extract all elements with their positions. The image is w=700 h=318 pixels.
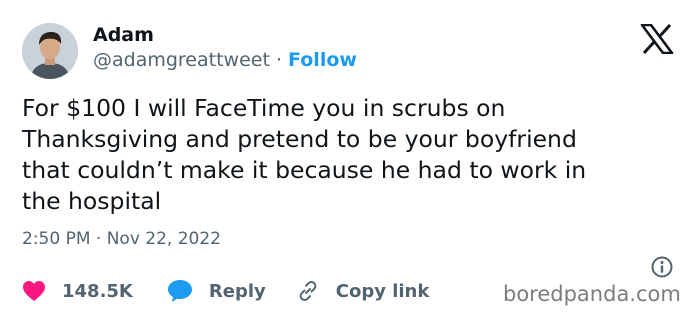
tweet-text: For $100 I will FaceTime you in scrubs o… <box>22 94 587 215</box>
author-name[interactable]: Adam <box>93 23 154 47</box>
reply-label: Reply <box>208 280 266 302</box>
avatar[interactable] <box>22 23 78 79</box>
copy-link-button[interactable]: Copy link <box>296 279 430 303</box>
author-handle-line: @adamgreattweet · Follow <box>93 48 357 72</box>
avatar-photo <box>22 23 78 79</box>
author-handle[interactable]: @adamgreattweet <box>93 49 270 71</box>
heart-icon <box>23 281 45 301</box>
link-icon <box>299 281 317 301</box>
like-count: 148.5K <box>62 280 133 302</box>
follow-button[interactable]: Follow <box>288 49 357 71</box>
copy-link-label: Copy link <box>335 280 430 302</box>
info-icon[interactable] <box>651 256 673 278</box>
separator-dot: · <box>269 49 289 71</box>
boredpanda-watermark: boredpanda.com <box>503 282 681 306</box>
action-bar: 148.5K Reply Copy link <box>22 278 429 304</box>
speech-bubble-icon <box>167 280 192 302</box>
like-button[interactable]: 148.5K <box>22 280 133 302</box>
x-logo-icon[interactable] <box>640 24 674 54</box>
reply-button[interactable]: Reply <box>167 279 266 303</box>
tweet-timestamp[interactable]: 2:50 PM · Nov 22, 2022 <box>22 228 221 250</box>
